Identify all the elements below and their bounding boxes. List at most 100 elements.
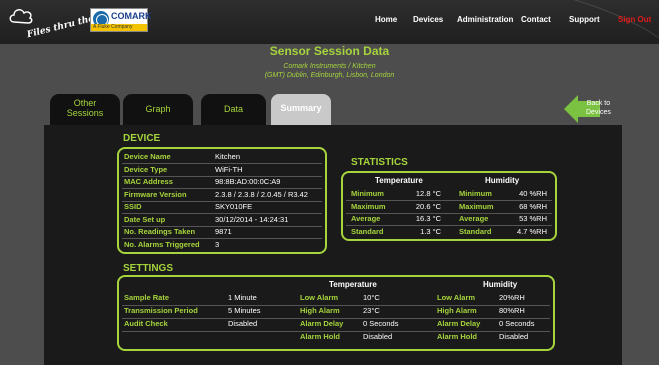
back-label-line2: Devices	[586, 109, 611, 116]
device-row-value: Kitchen	[215, 152, 241, 161]
device-row-value: SKY010FE	[215, 202, 253, 211]
nav-sign-out[interactable]: Sign Out	[618, 15, 651, 24]
nav-support[interactable]: Support	[569, 15, 600, 24]
settings-temp-label: Alarm Hold	[300, 332, 341, 341]
device-row: Date Set up 30/12/2014 - 14:24:31	[119, 214, 325, 227]
tab-other-line1: Other	[73, 98, 97, 108]
settings-hum-label: Alarm Hold	[437, 332, 478, 341]
device-row-value: WiFi-TH	[215, 164, 243, 174]
stats-hum-value: 4.7 %RH	[516, 226, 547, 236]
stats-temperature-header: Temperature	[375, 176, 423, 185]
device-row-value: 98:8B:AD:00:0C:A9	[215, 177, 281, 186]
logo-name: COMARK	[111, 11, 152, 21]
device-box: Device Name Kitchen Device Type WiFi-TH MAC …	[117, 147, 327, 254]
device-row: Device Type WiFi-TH	[119, 164, 325, 177]
device-row-value: 3	[215, 239, 220, 249]
settings-temp-value: 23°C	[363, 306, 380, 315]
settings-temp-label: Alarm Delay	[300, 319, 344, 328]
logo-subtitle: A Fluke Company	[91, 24, 147, 31]
settings-general-value: 5 Minutes	[228, 306, 261, 315]
settings-temp-value: 10°C	[363, 293, 380, 302]
device-row-value: 9871	[215, 227, 232, 236]
settings-hum-label: Low Alarm	[437, 293, 476, 302]
stats-hum-value: 40 %RH	[519, 189, 547, 198]
stats-hum-label: Average	[459, 214, 489, 223]
settings-humidity-header: Humidity	[483, 280, 518, 289]
top-bar: Files thru the air COMARK A Fluke Compan…	[0, 0, 659, 128]
stats-temp-value: 12.8 °C	[415, 189, 441, 198]
settings-row: Sample Rate 1 Minute Low Alarm 10°C Low Alar…	[119, 293, 553, 306]
device-row: Device Name Kitchen	[119, 152, 325, 164]
settings-temperature-header: Temperature	[329, 280, 377, 289]
page-title: Sensor Session Data	[269, 44, 390, 58]
statistics-row: Standard 1.3 °C Standard 4.7 %RH	[343, 227, 555, 238]
stats-temp-label: Average	[351, 214, 381, 223]
stats-temp-label: Minimum	[351, 189, 384, 198]
settings-row: Alarm Hold Disabled Alarm Hold Disabled	[119, 332, 553, 343]
settings-hum-label: High Alarm	[437, 306, 477, 315]
nav-home[interactable]: Home	[375, 15, 397, 24]
stats-temp-value: 20.6 °C	[415, 201, 441, 211]
device-row-label: No. Readings Taken	[124, 227, 196, 236]
device-row-label: No. Alarms Triggered	[124, 239, 200, 249]
settings-general-label: Sample Rate	[124, 293, 170, 302]
settings-hum-label: Alarm Delay	[437, 319, 481, 328]
settings-box: Temperature Humidity Sample Rate 1 Minute…	[117, 275, 555, 351]
nav-contact[interactable]: Contact	[521, 15, 551, 24]
settings-temp-label: Low Alarm	[300, 293, 339, 302]
device-row-value: 2.3.8 / 2.3.8 / 2.0.45 / R3.42	[215, 189, 308, 199]
page-subtitle-location: Comark Instruments / Kitchen	[283, 63, 376, 70]
stats-hum-value: 53 %RH	[519, 214, 547, 223]
statistics-row: Maximum 20.6 °C Maximum 68 %RH	[343, 201, 555, 214]
stats-hum-label: Minimum	[459, 189, 492, 198]
nav-administration[interactable]: Administration	[457, 15, 513, 24]
settings-hum-value: 0 Seconds	[499, 319, 535, 328]
device-section-title: DEVICE	[123, 133, 161, 144]
stats-temp-value: 16.3 °C	[415, 214, 441, 223]
page-subtitle-timezone: (GMT) Dublin, Edinburgh, Lisbon, London	[264, 72, 395, 79]
settings-temp-label: High Alarm	[300, 306, 340, 315]
settings-row: Audit Check Disabled Alarm Delay 0 Seconds A…	[119, 319, 553, 332]
device-row: No. Readings Taken 9871	[119, 227, 325, 239]
nav-devices[interactable]: Devices	[413, 15, 443, 24]
device-row: Firmware Version 2.3.8 / 2.3.8 / 2.0.45 /…	[119, 189, 325, 202]
statistics-row: Average 16.3 °C Average 53 %RH	[343, 214, 555, 226]
stats-humidity-header: Humidity	[485, 176, 520, 185]
settings-general-label: Transmission Period	[124, 306, 198, 315]
tab-other-sessions[interactable]: Other Sessions	[50, 94, 120, 125]
statistics-box: Temperature Humidity Minimum 12.8 °C Minim…	[341, 171, 557, 241]
settings-general-value: Disabled	[228, 319, 258, 328]
back-to-devices-button[interactable]: Back to Devices	[562, 95, 622, 123]
device-row-label: Device Type	[124, 164, 168, 174]
stats-hum-label: Standard	[459, 226, 492, 236]
tab-summary[interactable]: Summary	[271, 94, 331, 125]
settings-section-title: SETTINGS	[123, 263, 174, 274]
comark-logo: COMARK A Fluke Company	[90, 8, 152, 32]
settings-row: Transmission Period 5 Minutes High Alarm 23…	[119, 306, 553, 319]
settings-hum-value: 80%RH	[499, 306, 525, 315]
device-row-label: SSID	[124, 202, 142, 211]
cloud-icon	[9, 9, 33, 24]
settings-general-value: 1 Minute	[228, 293, 257, 302]
stats-temp-value: 1.3 °C	[420, 226, 441, 236]
settings-hum-value: Disabled	[499, 332, 529, 341]
summary-panel: DEVICE Device Name Kitchen Device Type WiFi…	[44, 125, 622, 365]
settings-hum-value: 20%RH	[499, 293, 525, 302]
tab-graph[interactable]: Graph	[123, 94, 193, 125]
device-row-label: Date Set up	[124, 214, 166, 224]
device-row-label: Firmware Version	[124, 189, 187, 199]
statistics-row: Minimum 12.8 °C Minimum 40 %RH	[343, 189, 555, 201]
brand-logo[interactable]: Files thru the air	[8, 6, 112, 40]
tab-other-line2: Sessions	[66, 108, 104, 118]
stats-hum-value: 68 %RH	[519, 201, 547, 211]
statistics-section-title: STATISTICS	[351, 157, 408, 168]
stats-temp-label: Maximum	[351, 201, 386, 211]
stats-temp-label: Standard	[351, 226, 384, 236]
settings-general-label: Audit Check	[124, 319, 168, 328]
settings-temp-value: Disabled	[363, 332, 393, 341]
back-label-line1: Back to	[586, 100, 611, 107]
device-row-label: Device Name	[124, 152, 171, 161]
device-row: No. Alarms Triggered 3	[119, 240, 325, 251]
device-row-value: 30/12/2014 - 14:24:31	[215, 214, 289, 224]
tab-data[interactable]: Data	[201, 94, 266, 125]
